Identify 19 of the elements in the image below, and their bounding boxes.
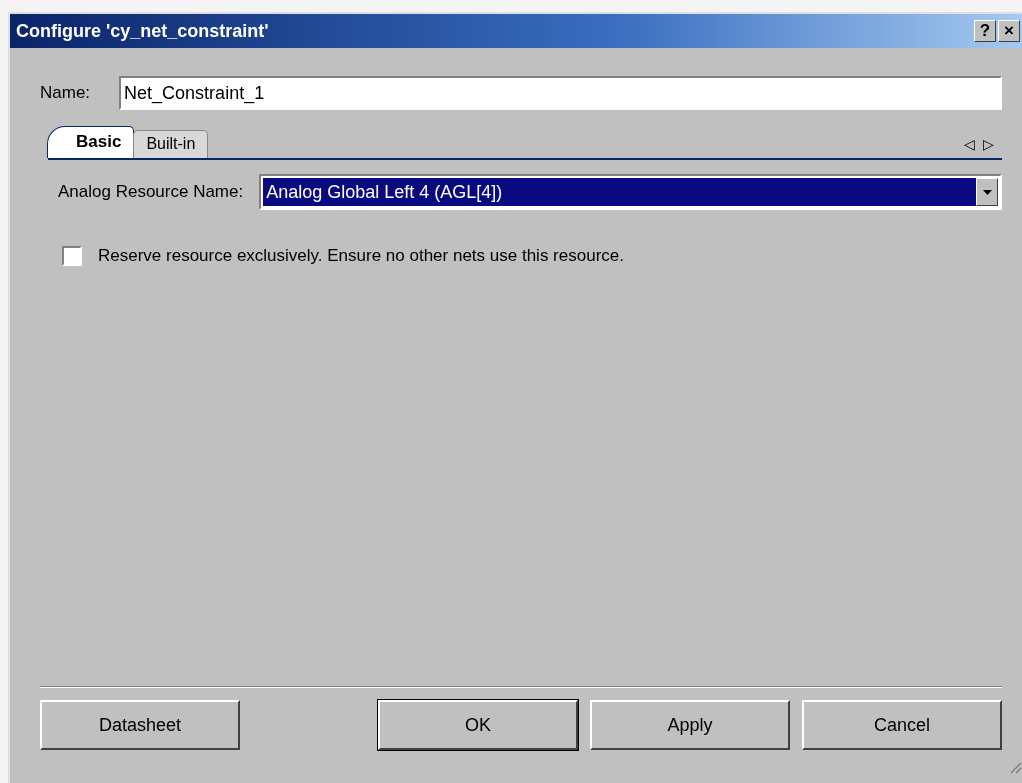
dropdown-value: Analog Global Left 4 (AGL[4]) <box>263 178 976 206</box>
tab[interactable]: Built-in <box>133 130 209 158</box>
name-field[interactable]: Net_Constraint_1 <box>119 76 1002 110</box>
tab[interactable]: Basic <box>47 126 135 158</box>
name-label: Name: <box>40 83 91 103</box>
dialog-button[interactable]: Datasheet <box>40 700 240 750</box>
dialog-button[interactable]: OK <box>378 700 578 750</box>
reserve-checkbox[interactable] <box>62 246 82 266</box>
resize-grip-icon[interactable] <box>1008 760 1022 774</box>
window-title: Configure 'cy_net_constraint' <box>16 20 269 42</box>
resource-label: Analog Resource Name: <box>58 182 244 202</box>
reserve-label: Reserve resource exclusively. Ensure no other nets use this resource. <box>98 246 624 266</box>
help-button[interactable]: ? <box>974 20 996 42</box>
resource-dropdown[interactable]: Analog Global Left 4 (AGL[4]) <box>259 174 1002 210</box>
scroll-right-button[interactable]: ▷ <box>983 136 994 152</box>
dialog-button[interactable]: Apply <box>590 700 790 750</box>
close-button[interactable]: × <box>998 20 1020 42</box>
dialog-button[interactable]: Cancel <box>802 700 1002 750</box>
scroll-left-button[interactable]: ◁ <box>964 136 975 152</box>
